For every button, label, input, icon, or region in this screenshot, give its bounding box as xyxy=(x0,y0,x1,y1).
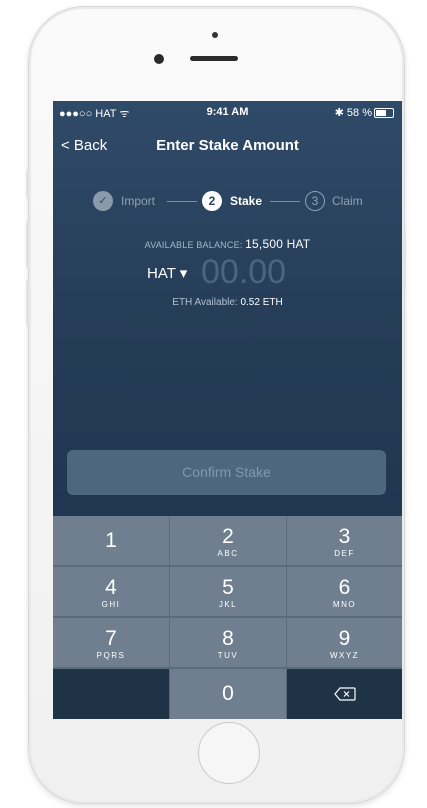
step-stake-number: 2 xyxy=(202,191,222,211)
key-6[interactable]: 6 MNO xyxy=(287,567,402,616)
key-digit: 3 xyxy=(338,525,351,548)
status-bar: ●●●○○ HAT ᯤ 9:41 AM ✱ 58 % xyxy=(53,101,402,123)
progress-stepper: ✓ Import 2 Stake 3 Claim xyxy=(53,191,402,213)
step-stake-label: Stake xyxy=(230,194,263,208)
proximity-sensor xyxy=(212,32,218,38)
key-letters: MNO xyxy=(332,600,357,609)
key-letters: ABC xyxy=(217,549,239,558)
key-8[interactable]: 8 TUV xyxy=(170,618,286,667)
key-blank xyxy=(53,669,169,719)
key-4[interactable]: 4 GHI xyxy=(53,567,169,616)
key-digit: 6 xyxy=(338,576,351,599)
step-claim-number: 3 xyxy=(305,191,325,211)
currency-selector[interactable]: HAT ▾ xyxy=(147,264,187,282)
key-letters: GHI xyxy=(101,600,121,609)
key-7[interactable]: 7 PQRS xyxy=(53,618,169,667)
balance-label: AVAILABLE BALANCE: xyxy=(144,240,243,250)
key-1[interactable]: 1 xyxy=(53,516,169,565)
step-connector xyxy=(270,201,300,202)
eth-available-label: ETH Available: xyxy=(172,297,238,308)
power-button xyxy=(403,230,406,290)
front-camera xyxy=(154,54,164,64)
key-digit: 0 xyxy=(222,682,234,705)
battery-indicator: ✱ 58 % xyxy=(335,106,394,119)
key-digit: 7 xyxy=(105,627,117,650)
battery-icon xyxy=(374,108,394,119)
key-digit: 4 xyxy=(105,576,117,599)
key-letters: WXYZ xyxy=(329,651,360,660)
amount-row: HAT ▾ xyxy=(53,253,402,293)
amount-input[interactable] xyxy=(201,253,311,291)
key-9[interactable]: 9 WXYZ xyxy=(287,618,402,667)
key-digit: 1 xyxy=(105,529,117,552)
backspace-icon xyxy=(333,687,356,701)
step-claim-label: Claim xyxy=(332,194,363,208)
key-3[interactable]: 3 DEF xyxy=(287,516,402,565)
key-letters: TUV xyxy=(217,651,239,660)
key-5[interactable]: 5 JKL xyxy=(170,567,286,616)
available-balance: AVAILABLE BALANCE: 15,500 HAT xyxy=(53,237,402,251)
earpiece-speaker xyxy=(190,56,238,61)
key-digit: 5 xyxy=(222,576,234,599)
key-letters: PQRS xyxy=(96,651,126,660)
volume-down-button xyxy=(26,280,29,326)
key-digit: 9 xyxy=(338,627,351,650)
eth-available: ETH Available: 0.52 ETH xyxy=(53,297,402,308)
home-button[interactable] xyxy=(198,722,260,784)
mute-switch xyxy=(26,170,29,198)
volume-up-button xyxy=(26,222,29,268)
key-0[interactable]: 0 xyxy=(170,669,286,719)
battery-percent: ✱ 58 % xyxy=(334,107,372,119)
checkmark-icon: ✓ xyxy=(93,191,113,211)
eth-available-value: 0.52 ETH xyxy=(240,297,283,308)
step-import-label: Import xyxy=(121,194,156,208)
key-digit: 8 xyxy=(222,627,234,650)
numeric-keypad: 1 2 ABC 3 DEF 4 GHI 5 JKL 6 MNO 7 PQRS 8 TUV 9W… xyxy=(53,516,402,719)
page-title: Enter Stake Amount xyxy=(156,137,299,154)
balance-value: 15,500 HAT xyxy=(245,237,311,251)
key-letters: JKL xyxy=(218,600,238,609)
step-connector xyxy=(167,201,197,202)
app-screen: ●●●○○ HAT ᯤ 9:41 AM ✱ 58 % < Back Enter … xyxy=(53,101,402,719)
navigation-bar: < Back Enter Stake Amount xyxy=(53,127,402,167)
key-2[interactable]: 2 ABC xyxy=(170,516,286,565)
key-digit: 2 xyxy=(222,525,234,548)
backspace-key[interactable] xyxy=(287,669,402,719)
key-letters: DEF xyxy=(334,549,355,558)
confirm-stake-button[interactable]: Confirm Stake xyxy=(67,450,386,495)
